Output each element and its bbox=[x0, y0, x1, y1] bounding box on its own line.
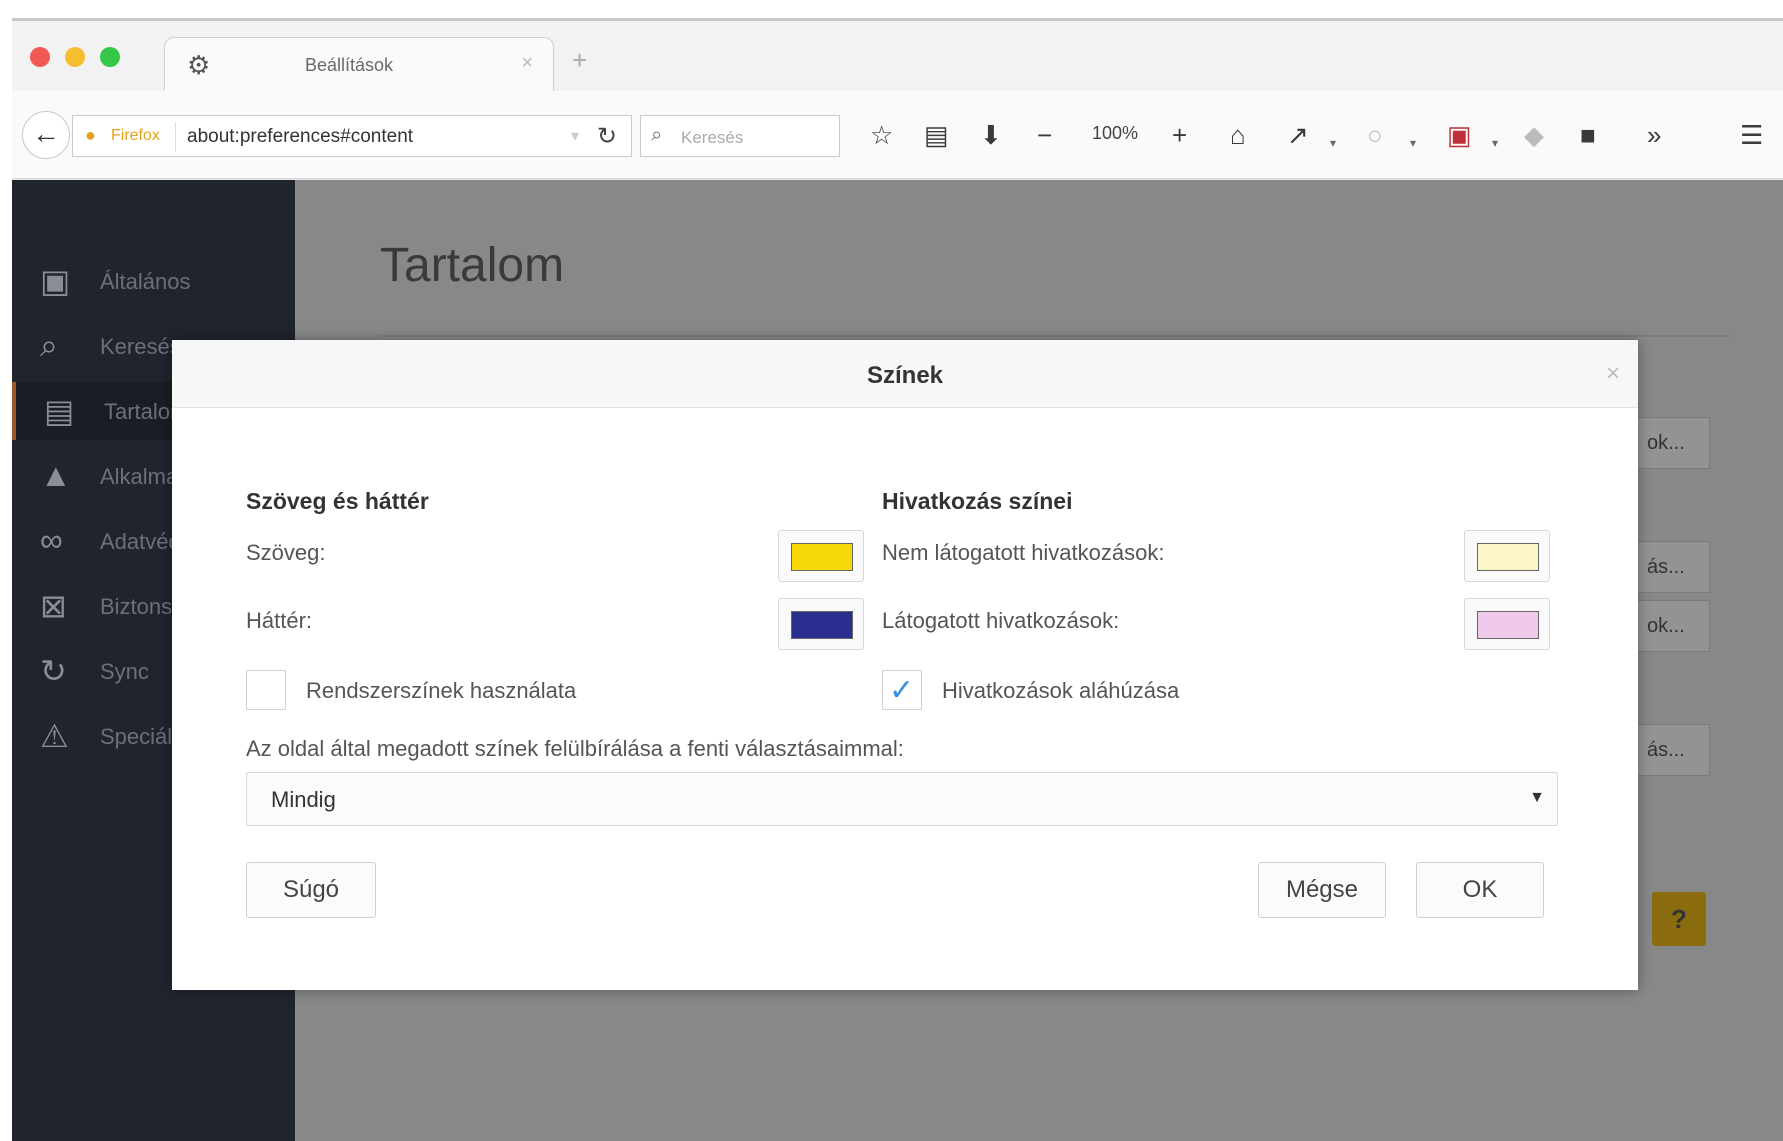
help-button[interactable]: Súgó bbox=[246, 862, 376, 918]
background-color-swatch bbox=[791, 611, 853, 639]
background-color-label: Háttér: bbox=[246, 608, 313, 633]
gear-icon: ⚙ bbox=[187, 50, 211, 80]
help-button[interactable]: ? bbox=[1652, 892, 1706, 946]
tab-strip: ⚙ Beállítások × + bbox=[12, 21, 1783, 93]
background-button[interactable]: ás... bbox=[1632, 541, 1710, 593]
back-button[interactable]: ← bbox=[22, 111, 70, 159]
dialog-title: Színek bbox=[866, 362, 944, 389]
url-dropdown-icon[interactable]: ▾ bbox=[571, 126, 579, 146]
general-icon: ▣ bbox=[40, 263, 71, 299]
tab-preferences[interactable]: ⚙ Beállítások × bbox=[164, 37, 554, 93]
url-separator bbox=[175, 122, 176, 152]
chevron-down-icon: ▼ bbox=[1529, 789, 1545, 806]
background-button[interactable]: ok... bbox=[1632, 600, 1710, 652]
minimize-window-button[interactable] bbox=[65, 47, 85, 67]
new-tab-button[interactable]: + bbox=[572, 47, 587, 73]
sidebar-item-label: Keresés bbox=[100, 334, 181, 359]
visited-links-label: Látogatott hivatkozások: bbox=[882, 608, 1120, 633]
url-bar[interactable]: ● Firefox about:preferences#content ▾ ↻ bbox=[72, 115, 632, 157]
sidebar-item-general[interactable]: ▣ Általános bbox=[12, 252, 295, 310]
background-button[interactable]: ás... bbox=[1632, 724, 1710, 776]
navigation-toolbar: ← ● Firefox about:preferences#content ▾ … bbox=[12, 91, 1783, 179]
applications-icon: ▲ bbox=[40, 457, 72, 493]
colors-dialog: Színek × Szöveg és háttér Szöveg: Háttér… bbox=[172, 340, 1638, 990]
zoom-level[interactable]: 100% bbox=[1092, 123, 1138, 144]
zoom-out-icon[interactable]: − bbox=[1037, 121, 1052, 149]
text-background-heading: Szöveg és háttér bbox=[246, 488, 429, 514]
search-icon: ⌕ bbox=[651, 124, 663, 146]
sidebar-item-label: Sync bbox=[100, 659, 149, 684]
advanced-icon: ⚠ bbox=[40, 718, 69, 754]
text-color-label: Szöveg: bbox=[246, 540, 326, 565]
page-title: Tartalom bbox=[380, 239, 565, 292]
addon-circle-icon[interactable]: ○ bbox=[1367, 121, 1383, 149]
underline-links-checkbox[interactable]: ✓ bbox=[882, 670, 922, 710]
url-text[interactable]: about:preferences#content bbox=[187, 126, 413, 148]
unvisited-links-color-picker[interactable] bbox=[1464, 530, 1550, 582]
override-colors-select[interactable]: Mindig ▼ bbox=[246, 772, 1558, 826]
identity-icon[interactable]: ● bbox=[85, 125, 96, 146]
search-bar[interactable]: ⌕ Keresés bbox=[640, 115, 840, 157]
text-color-picker[interactable] bbox=[778, 530, 864, 582]
system-colors-checkbox[interactable] bbox=[246, 670, 286, 710]
link-colors-heading: Hivatkozás színei bbox=[882, 488, 1073, 514]
ok-button[interactable]: OK bbox=[1416, 862, 1544, 918]
sync-icon: ↻ bbox=[40, 653, 67, 689]
search-icon: ⌕ bbox=[40, 327, 58, 363]
security-icon: ⊠ bbox=[40, 588, 67, 624]
content-icon: ▤ bbox=[44, 393, 75, 429]
zoom-in-icon[interactable]: + bbox=[1172, 121, 1187, 149]
overflow-icon[interactable]: » bbox=[1647, 121, 1661, 149]
reload-icon[interactable]: ↻ bbox=[597, 122, 617, 151]
override-colors-label: Az oldal által megadott színek felülbírá… bbox=[246, 736, 904, 761]
close-icon[interactable]: × bbox=[1606, 360, 1620, 388]
underline-links-label: Hivatkozások aláhúzása bbox=[942, 678, 1180, 703]
bookmark-star-icon[interactable]: ☆ bbox=[870, 121, 893, 149]
override-colors-value: Mindig bbox=[271, 787, 336, 812]
background-button[interactable]: ok... bbox=[1632, 417, 1710, 469]
downloads-icon[interactable]: ⬇ bbox=[980, 121, 1002, 149]
visited-links-color-picker[interactable] bbox=[1464, 598, 1550, 650]
visited-links-swatch bbox=[1477, 611, 1539, 639]
identity-label: Firefox bbox=[111, 127, 160, 144]
tab-title: Beállítások bbox=[305, 55, 394, 75]
checkmark-icon: ✓ bbox=[889, 674, 915, 707]
screenshot-icon[interactable]: ▣ bbox=[1447, 121, 1472, 149]
unvisited-links-swatch bbox=[1477, 543, 1539, 571]
cancel-button[interactable]: Mégse bbox=[1258, 862, 1386, 918]
addon-dropdown-icon[interactable]: ▾ bbox=[1410, 129, 1416, 157]
page-divider bbox=[380, 335, 1730, 337]
text-color-swatch bbox=[791, 543, 853, 571]
screenshot-dropdown-icon[interactable]: ▾ bbox=[1492, 129, 1498, 157]
hamburger-menu-icon[interactable]: ☰ bbox=[1740, 121, 1763, 149]
search-placeholder: Keresés bbox=[681, 128, 744, 147]
extension-icon[interactable]: ◆ bbox=[1524, 121, 1544, 149]
sidebar-item-label: Általános bbox=[100, 269, 191, 294]
bookmarks-menu-icon[interactable]: ▤ bbox=[924, 121, 949, 149]
close-window-button[interactable] bbox=[30, 47, 50, 67]
pin-icon[interactable]: ↗ bbox=[1287, 121, 1309, 149]
maximize-window-button[interactable] bbox=[100, 47, 120, 67]
pin-dropdown-icon[interactable]: ▾ bbox=[1330, 129, 1336, 157]
addon-black-icon[interactable]: ■ bbox=[1580, 121, 1596, 149]
system-colors-label: Rendszerszínek használata bbox=[306, 678, 577, 703]
background-color-picker[interactable] bbox=[778, 598, 864, 650]
dialog-header: Színek × bbox=[172, 340, 1638, 408]
privacy-icon: ∞ bbox=[40, 522, 63, 558]
unvisited-links-label: Nem látogatott hivatkozások: bbox=[882, 540, 1165, 565]
tab-close-icon[interactable]: × bbox=[521, 52, 533, 75]
home-icon[interactable]: ⌂ bbox=[1230, 121, 1246, 149]
